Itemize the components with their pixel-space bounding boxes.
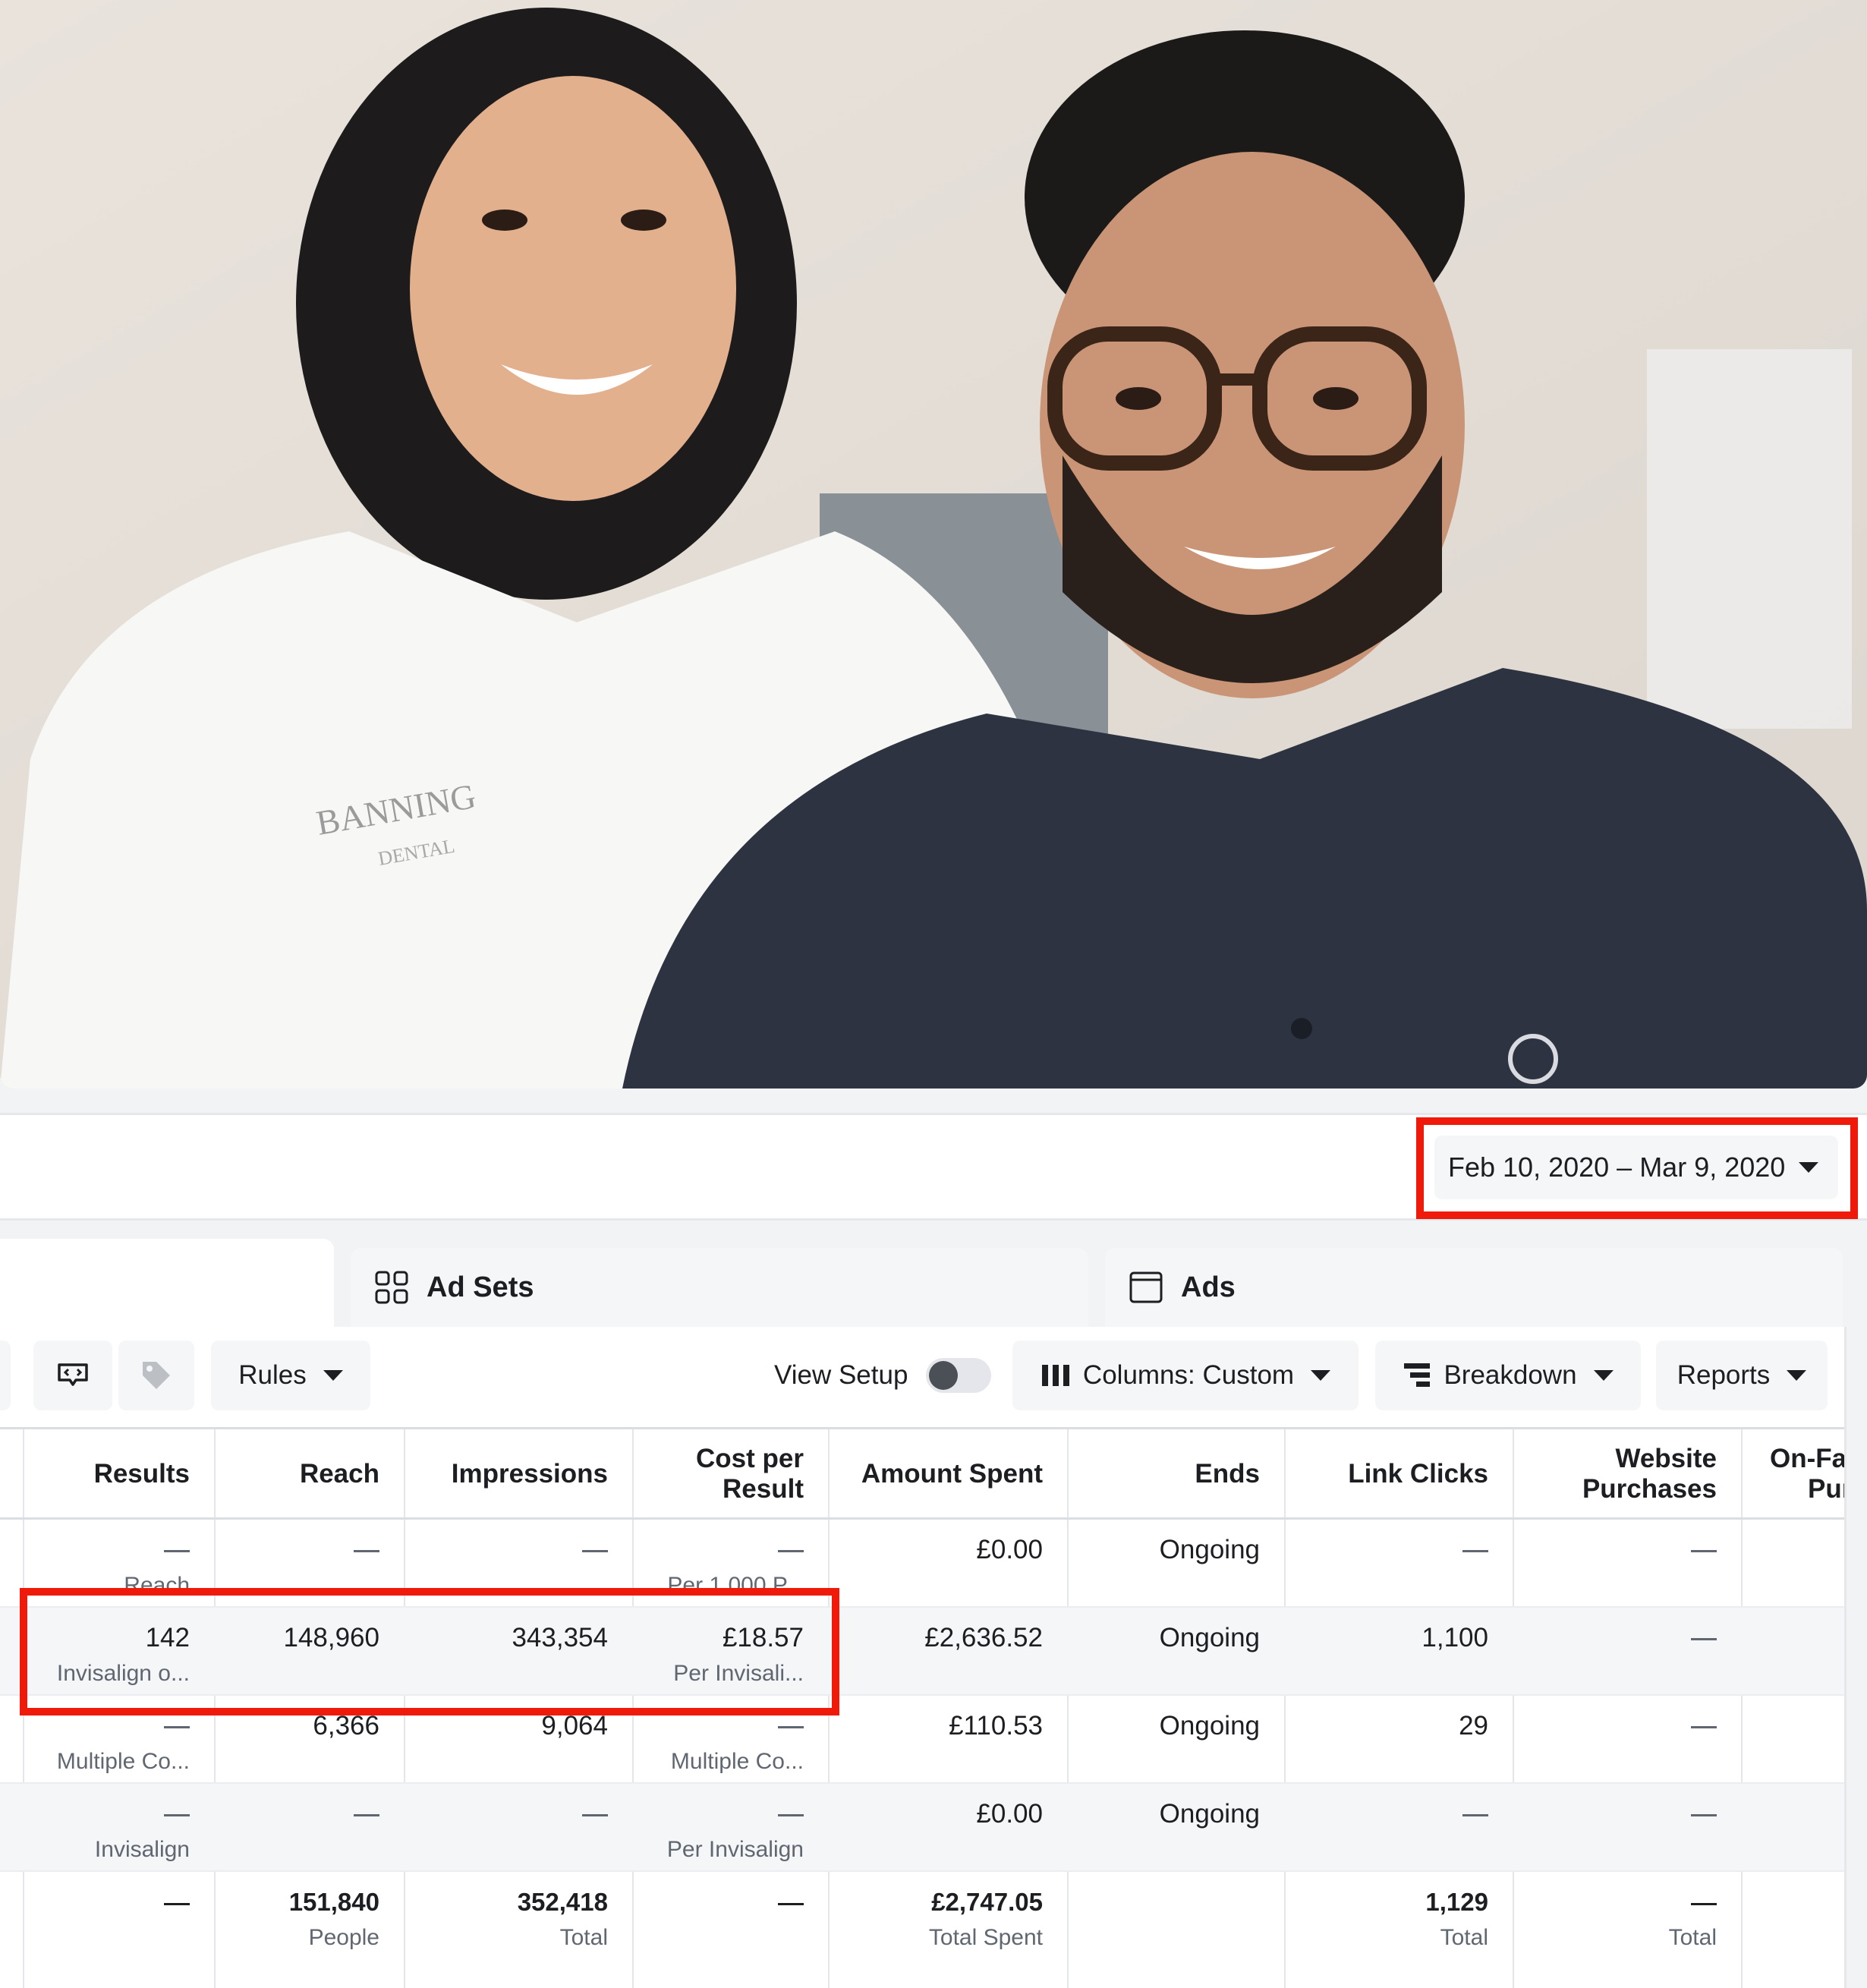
empty-dash (1691, 1814, 1717, 1817)
rules-button[interactable]: Rules (211, 1341, 370, 1410)
empty-dash (1691, 1550, 1717, 1553)
empty-dash (778, 1550, 804, 1553)
breakdown-icon (1404, 1363, 1431, 1387)
breakdown-label: Breakdown (1444, 1360, 1577, 1390)
empty-dash (1691, 1902, 1717, 1905)
tag-icon (143, 1362, 170, 1389)
columns-icon (1041, 1365, 1069, 1386)
tab-campaigns[interactable] (0, 1239, 334, 1327)
empty-dash (1462, 1550, 1488, 1553)
rules-label: Rules (238, 1360, 307, 1390)
header-results[interactable]: Results (24, 1429, 214, 1519)
ads-window-icon (1129, 1271, 1163, 1303)
empty-dash (164, 1814, 190, 1817)
tab-label: Ads (1181, 1271, 1236, 1303)
totals-row: 151,840 People 352,418 Total £2,747.05 Tota… (0, 1872, 1844, 1988)
ab-test-icon (58, 1363, 88, 1386)
empty-dash (582, 1814, 608, 1817)
toggle-knob (929, 1361, 959, 1390)
date-range-highlight (1416, 1117, 1858, 1219)
table-header: Results Reach Impressions Cost per Result… (0, 1427, 1844, 1520)
header-ends[interactable]: Ends (1069, 1429, 1284, 1519)
header-website-purchases[interactable]: Website Purchases (1514, 1429, 1741, 1519)
empty-dash (1691, 1726, 1717, 1729)
toolbar: Rules View Setup Columns: Custom Breakdo… (0, 1327, 1847, 1427)
empty-dash (164, 1550, 190, 1553)
view-setup-label: View Setup (774, 1360, 908, 1390)
empty-dash (778, 1902, 804, 1905)
empty-dash (1462, 1814, 1488, 1817)
empty-dash (1691, 1638, 1717, 1641)
empty-dash (778, 1814, 804, 1817)
view-setup: View Setup (774, 1341, 992, 1410)
chevron-down-icon (323, 1370, 343, 1381)
level-tabs: Ad Sets Ads (0, 1239, 1867, 1327)
ab-test-button[interactable] (33, 1341, 112, 1410)
columns-label: Columns: Custom (1082, 1360, 1295, 1390)
header-on-facebook-purchases[interactable]: On-FacPurc (1743, 1429, 1844, 1519)
header-amount-spent[interactable]: Amount Spent (830, 1429, 1067, 1519)
table-row[interactable]: Invisalign Per Invisalign £0.00 Ongoing (0, 1784, 1844, 1872)
tag-button[interactable] (118, 1341, 194, 1410)
reports-label: Reports (1677, 1360, 1771, 1390)
ad-sets-grid-icon (375, 1271, 408, 1304)
empty-dash (164, 1726, 190, 1729)
tab-ad-sets[interactable]: Ad Sets (351, 1248, 1088, 1327)
truncated-button[interactable] (0, 1341, 11, 1410)
chevron-down-icon (1593, 1370, 1614, 1381)
chevron-down-icon (1787, 1370, 1807, 1381)
empty-dash (778, 1726, 804, 1729)
tab-label: Ad Sets (427, 1271, 534, 1303)
tab-ads[interactable]: Ads (1105, 1248, 1843, 1327)
reports-button[interactable]: Reports (1656, 1341, 1828, 1410)
empty-dash (164, 1902, 190, 1905)
header-impressions[interactable]: Impressions (405, 1429, 632, 1519)
view-setup-toggle[interactable] (926, 1358, 992, 1393)
header-link-clicks[interactable]: Link Clicks (1286, 1429, 1513, 1519)
columns-button[interactable]: Columns: Custom (1012, 1341, 1359, 1410)
chevron-down-icon (1311, 1370, 1331, 1381)
empty-dash (582, 1550, 608, 1553)
header-cost-per-result[interactable]: Cost per Result (634, 1429, 828, 1519)
empty-dash (354, 1550, 379, 1553)
empty-dash (354, 1814, 379, 1817)
header-reach[interactable]: Reach (216, 1429, 404, 1519)
hero-photo: BANNING DENTAL (0, 0, 1867, 1089)
breakdown-button[interactable]: Breakdown (1375, 1341, 1641, 1410)
results-highlight (20, 1588, 839, 1715)
